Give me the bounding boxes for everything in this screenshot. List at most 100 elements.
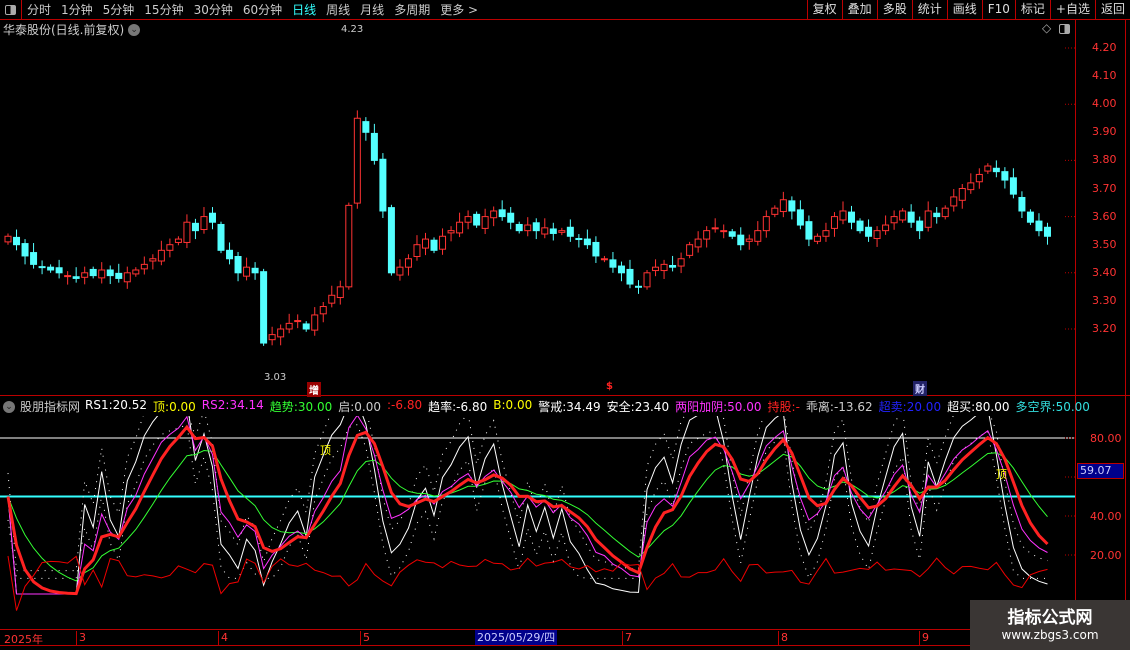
candle[interactable] bbox=[788, 200, 796, 212]
period-tab[interactable]: 分时 bbox=[22, 1, 56, 18]
toolbar-button[interactable]: 叠加 bbox=[841, 0, 877, 20]
candle[interactable] bbox=[796, 209, 804, 226]
candle[interactable] bbox=[958, 188, 966, 201]
candle[interactable] bbox=[370, 132, 378, 161]
candle[interactable] bbox=[711, 227, 719, 230]
period-tab[interactable]: 15分钟 bbox=[139, 1, 188, 18]
candle[interactable] bbox=[566, 226, 574, 237]
candle[interactable] bbox=[106, 269, 114, 277]
candle[interactable] bbox=[64, 275, 72, 278]
toolbar-button[interactable]: 画线 bbox=[946, 0, 982, 20]
candle[interactable] bbox=[421, 238, 429, 249]
candle[interactable] bbox=[132, 269, 140, 275]
candle[interactable] bbox=[166, 244, 174, 251]
candle[interactable] bbox=[30, 252, 38, 265]
candle[interactable] bbox=[268, 334, 276, 341]
candle[interactable] bbox=[498, 209, 506, 218]
sidebar-toggle-button[interactable] bbox=[0, 0, 22, 20]
candle[interactable] bbox=[72, 276, 80, 279]
candle[interactable] bbox=[234, 256, 242, 274]
candle[interactable] bbox=[319, 306, 327, 315]
candle[interactable] bbox=[200, 216, 208, 231]
candle[interactable] bbox=[413, 244, 421, 258]
indicator-chart[interactable]: 顶顶 bbox=[0, 416, 1075, 628]
candle[interactable] bbox=[907, 211, 915, 223]
candle[interactable] bbox=[294, 320, 302, 323]
candle[interactable] bbox=[933, 212, 941, 218]
candle[interactable] bbox=[617, 265, 625, 274]
candle[interactable] bbox=[865, 226, 873, 237]
candle[interactable] bbox=[1043, 226, 1051, 237]
candle[interactable] bbox=[447, 230, 455, 234]
candle[interactable] bbox=[251, 267, 259, 274]
candle[interactable] bbox=[21, 243, 29, 257]
candle[interactable] bbox=[38, 266, 46, 269]
candle[interactable] bbox=[157, 249, 165, 262]
indicator-name[interactable]: 股朋指标网 bbox=[20, 398, 80, 415]
candle[interactable] bbox=[652, 266, 660, 272]
candle[interactable] bbox=[47, 266, 55, 271]
candle[interactable] bbox=[549, 228, 557, 234]
candle[interactable] bbox=[882, 224, 890, 232]
candle[interactable] bbox=[456, 221, 464, 234]
candle[interactable] bbox=[353, 117, 361, 204]
candle[interactable] bbox=[975, 173, 983, 183]
period-tab[interactable]: 多周期 bbox=[389, 1, 435, 18]
candle[interactable] bbox=[226, 249, 234, 260]
candle[interactable] bbox=[609, 259, 617, 268]
candle[interactable] bbox=[771, 207, 779, 215]
candle[interactable] bbox=[123, 272, 131, 283]
candle[interactable] bbox=[941, 207, 949, 218]
candle[interactable] bbox=[890, 216, 898, 224]
candle[interactable] bbox=[4, 235, 12, 243]
candle[interactable] bbox=[967, 182, 975, 191]
candle[interactable] bbox=[703, 230, 711, 240]
candle[interactable] bbox=[1018, 196, 1026, 212]
period-tab[interactable]: 更多 > bbox=[435, 1, 483, 18]
candle[interactable] bbox=[728, 231, 736, 237]
dividend-marker[interactable]: $ bbox=[606, 381, 613, 392]
candle[interactable] bbox=[490, 210, 498, 219]
period-tab[interactable]: 1分钟 bbox=[56, 1, 98, 18]
toolbar-button[interactable]: F10 bbox=[981, 0, 1015, 20]
toolbar-button[interactable]: 统计 bbox=[911, 0, 947, 20]
candle[interactable] bbox=[575, 238, 583, 241]
candle[interactable] bbox=[277, 328, 285, 338]
toolbar-button[interactable]: 复权 bbox=[806, 0, 842, 20]
candle[interactable] bbox=[873, 230, 881, 240]
candle[interactable] bbox=[830, 216, 838, 229]
period-tab[interactable]: 30分钟 bbox=[189, 1, 238, 18]
candle[interactable] bbox=[643, 272, 651, 288]
period-tab[interactable]: 月线 bbox=[355, 1, 389, 18]
candle[interactable] bbox=[592, 241, 600, 257]
candle[interactable] bbox=[669, 264, 677, 268]
candle[interactable] bbox=[260, 271, 268, 344]
candle[interactable] bbox=[745, 238, 753, 242]
candle[interactable] bbox=[328, 294, 336, 304]
candle[interactable] bbox=[856, 220, 864, 232]
candle[interactable] bbox=[1001, 171, 1009, 181]
candle[interactable] bbox=[404, 258, 412, 268]
period-tab[interactable]: 60分钟 bbox=[238, 1, 287, 18]
candle[interactable] bbox=[13, 236, 21, 246]
candle[interactable] bbox=[515, 223, 523, 232]
candle[interactable] bbox=[1009, 177, 1017, 195]
candle[interactable] bbox=[311, 314, 319, 331]
candle[interactable] bbox=[686, 244, 694, 256]
candle[interactable] bbox=[481, 216, 489, 229]
candle[interactable] bbox=[737, 234, 745, 246]
period-tab[interactable]: 日线 bbox=[287, 1, 321, 18]
candle[interactable] bbox=[285, 322, 293, 330]
candle[interactable] bbox=[243, 266, 251, 277]
candle[interactable] bbox=[336, 286, 344, 299]
candle[interactable] bbox=[115, 272, 123, 279]
candle[interactable] bbox=[558, 230, 566, 233]
candle[interactable] bbox=[813, 235, 821, 242]
candle[interactable] bbox=[677, 258, 685, 267]
candle[interactable] bbox=[387, 207, 395, 274]
candle[interactable] bbox=[600, 258, 608, 261]
candle[interactable] bbox=[140, 263, 148, 270]
period-tab[interactable]: 周线 bbox=[321, 1, 355, 18]
candle[interactable] bbox=[1035, 220, 1043, 232]
candle[interactable] bbox=[430, 239, 438, 251]
